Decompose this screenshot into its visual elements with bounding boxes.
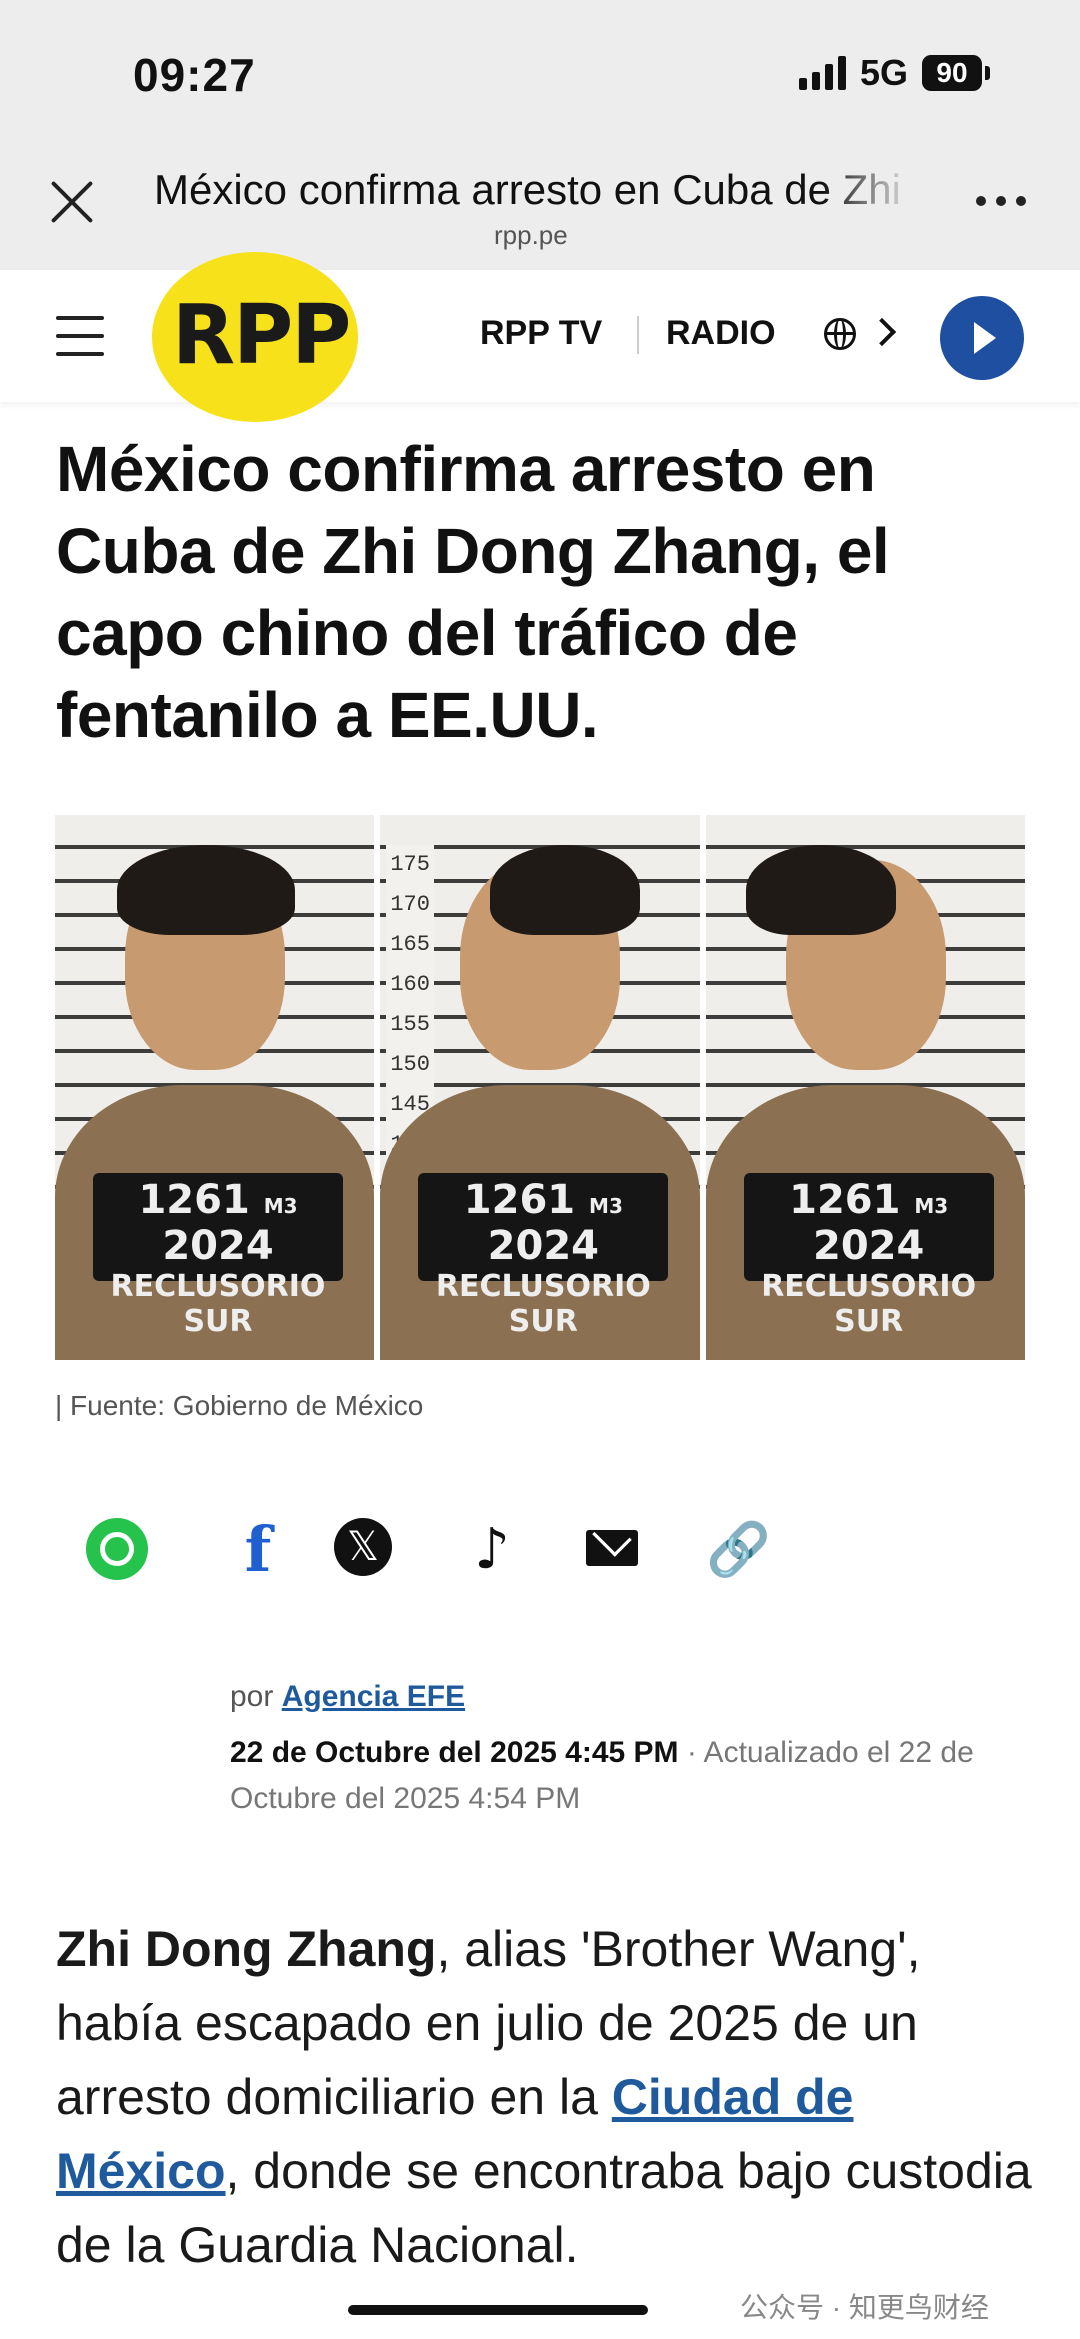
nav-divider bbox=[637, 316, 639, 354]
network-type: 5G bbox=[859, 52, 908, 93]
article-dates: 22 de Octubre del 2025 4:45 PM · Actuali… bbox=[230, 1730, 1020, 1822]
facebook-icon[interactable]: f bbox=[226, 1518, 290, 1582]
author-link[interactable]: Agencia EFE bbox=[282, 1680, 465, 1713]
hamburger-menu-icon[interactable] bbox=[56, 316, 104, 370]
page-domain: rpp.pe bbox=[494, 220, 568, 250]
photo-caption: | Fuente: Gobierno de México bbox=[55, 1390, 424, 1421]
placard: 1261 M3 2024 RECLUSORIO SUR bbox=[93, 1173, 343, 1339]
mugshot-profile-right: 1261 M3 2024 RECLUSORIO SUR bbox=[705, 815, 1025, 1360]
battery-icon: 90 bbox=[922, 55, 990, 91]
close-icon[interactable] bbox=[50, 180, 94, 224]
home-indicator[interactable] bbox=[348, 2305, 648, 2315]
status-icons: 5G 90 bbox=[798, 52, 990, 94]
rpp-logo[interactable]: RPP bbox=[152, 252, 358, 422]
globe-icon[interactable] bbox=[824, 318, 856, 350]
whatsapp-icon[interactable] bbox=[86, 1518, 148, 1580]
page-title: México confirma arresto en Cuba de Zhi D… bbox=[154, 166, 914, 213]
date-published: 22 de Octubre del 2025 4:45 PM bbox=[230, 1736, 679, 1769]
watermark: 公众号 · 知更鸟财经 bbox=[740, 2292, 989, 2323]
article-paragraph: Zhi Dong Zhang, alias 'Brother Wang', ha… bbox=[56, 1921, 1032, 2273]
mail-icon[interactable] bbox=[586, 1530, 638, 1566]
signal-icon bbox=[798, 56, 846, 90]
mugshot-front: 1261 M3 2024 RECLUSORIO SUR bbox=[55, 815, 375, 1360]
placard: 1261 M3 2024 RECLUSORIO SUR bbox=[743, 1173, 994, 1339]
article-headline: México confirma arresto en Cuba de Zhi D… bbox=[56, 433, 890, 751]
tiktok-icon[interactable]: ♪ bbox=[460, 1518, 524, 1582]
play-button[interactable] bbox=[940, 296, 1024, 380]
placard: 1261 M3 2024 RECLUSORIO SUR bbox=[418, 1173, 669, 1339]
site-header: RPP RPP TV RADIO bbox=[0, 252, 1080, 422]
chevron-right-icon[interactable] bbox=[867, 317, 897, 347]
article-photo[interactable]: 1261 M3 2024 RECLUSORIO SUR 175 170 165 160… bbox=[55, 815, 1025, 1360]
browser-chrome: 09:27 5G 90 México confirma arresto en C… bbox=[0, 0, 1080, 270]
nav-rpp-tv[interactable]: RPP TV bbox=[480, 314, 602, 353]
nav-radio[interactable]: RADIO bbox=[666, 314, 776, 353]
link-icon[interactable]: 🔗 bbox=[706, 1518, 771, 1582]
more-menu-icon[interactable] bbox=[976, 196, 1026, 206]
byline: por Agencia EFE bbox=[230, 1680, 466, 1713]
status-time: 09:27 bbox=[133, 49, 256, 101]
mugshot-profile-left: 175170165160155150145140125120115 1261 M… bbox=[380, 815, 700, 1360]
x-icon[interactable]: 𝕏 bbox=[334, 1518, 392, 1576]
